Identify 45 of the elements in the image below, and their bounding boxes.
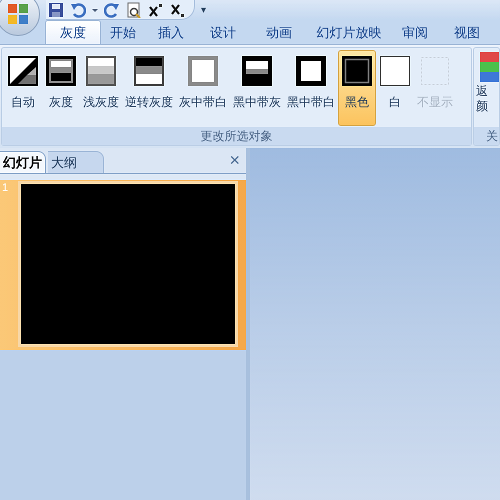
framed-swatch-icon (341, 55, 373, 87)
diagonal-swatch-icon (7, 55, 39, 87)
customize-menu[interactable]: ▾ (201, 2, 206, 18)
superscript-icon[interactable] (148, 2, 164, 18)
ribbon-tab[interactable]: 审阅 (389, 22, 441, 44)
logo-icon (7, 3, 29, 25)
subscript-icon[interactable] (170, 2, 186, 18)
dotted-square-icon (419, 55, 451, 87)
ribbon-tab[interactable]: 动画 (249, 22, 309, 44)
ribbon-tab[interactable]: 开始 (101, 22, 145, 44)
slide-number: 1 (1, 181, 10, 196)
grayscale-option-button[interactable]: 自动 (4, 50, 42, 126)
group-label: 更改所选对象 (2, 127, 471, 145)
grayscale-option-button[interactable]: 灰度 (42, 50, 80, 126)
plain-swatch-icon (379, 55, 411, 87)
print-preview-icon[interactable] (126, 2, 142, 18)
button-label-text: 颜 (476, 99, 488, 114)
save-icon[interactable] (48, 2, 64, 18)
grayscale-option-button[interactable]: 黑中带白 (284, 50, 338, 126)
ribbon-tab[interactable]: 插入 (145, 22, 197, 44)
grayscale-option-button[interactable]: 逆转灰度 (122, 50, 176, 126)
panel-tab[interactable]: 大纲 (48, 151, 104, 173)
striped-swatch-icon (45, 55, 77, 87)
grayscale-option-button[interactable]: 白 (376, 50, 414, 126)
ribbon-tab[interactable]: 灰度 (45, 20, 101, 44)
office-button[interactable] (0, 0, 40, 36)
framed-swatch-icon (187, 55, 219, 87)
grayscale-option-button[interactable]: 浅灰度 (80, 50, 122, 126)
grayscale-option-button[interactable]: 灰中带白 (176, 50, 230, 126)
framed-swatch-icon (295, 55, 327, 87)
dropdown-icon[interactable] (92, 6, 98, 12)
ribbon-tab[interactable]: 幻灯片放映 (309, 22, 389, 44)
undo-icon[interactable] (70, 2, 86, 18)
ribbon-tab[interactable]: 视图 (441, 22, 493, 44)
panel-tab[interactable]: 幻灯片 (0, 151, 46, 173)
group-label: 关 (474, 127, 499, 145)
grayscale-option-button[interactable]: 黑色 (338, 50, 376, 126)
close-button[interactable]: × (229, 150, 240, 170)
button-label-text: 返 (476, 84, 488, 99)
framed-swatch-icon (241, 55, 273, 87)
redo-icon[interactable] (104, 2, 120, 18)
striped-swatch-icon (133, 55, 165, 87)
striped-swatch-icon (85, 55, 117, 87)
ribbon-tab[interactable]: 设计 (197, 22, 249, 44)
grayscale-option-button[interactable]: 黑中带灰 (230, 50, 284, 126)
